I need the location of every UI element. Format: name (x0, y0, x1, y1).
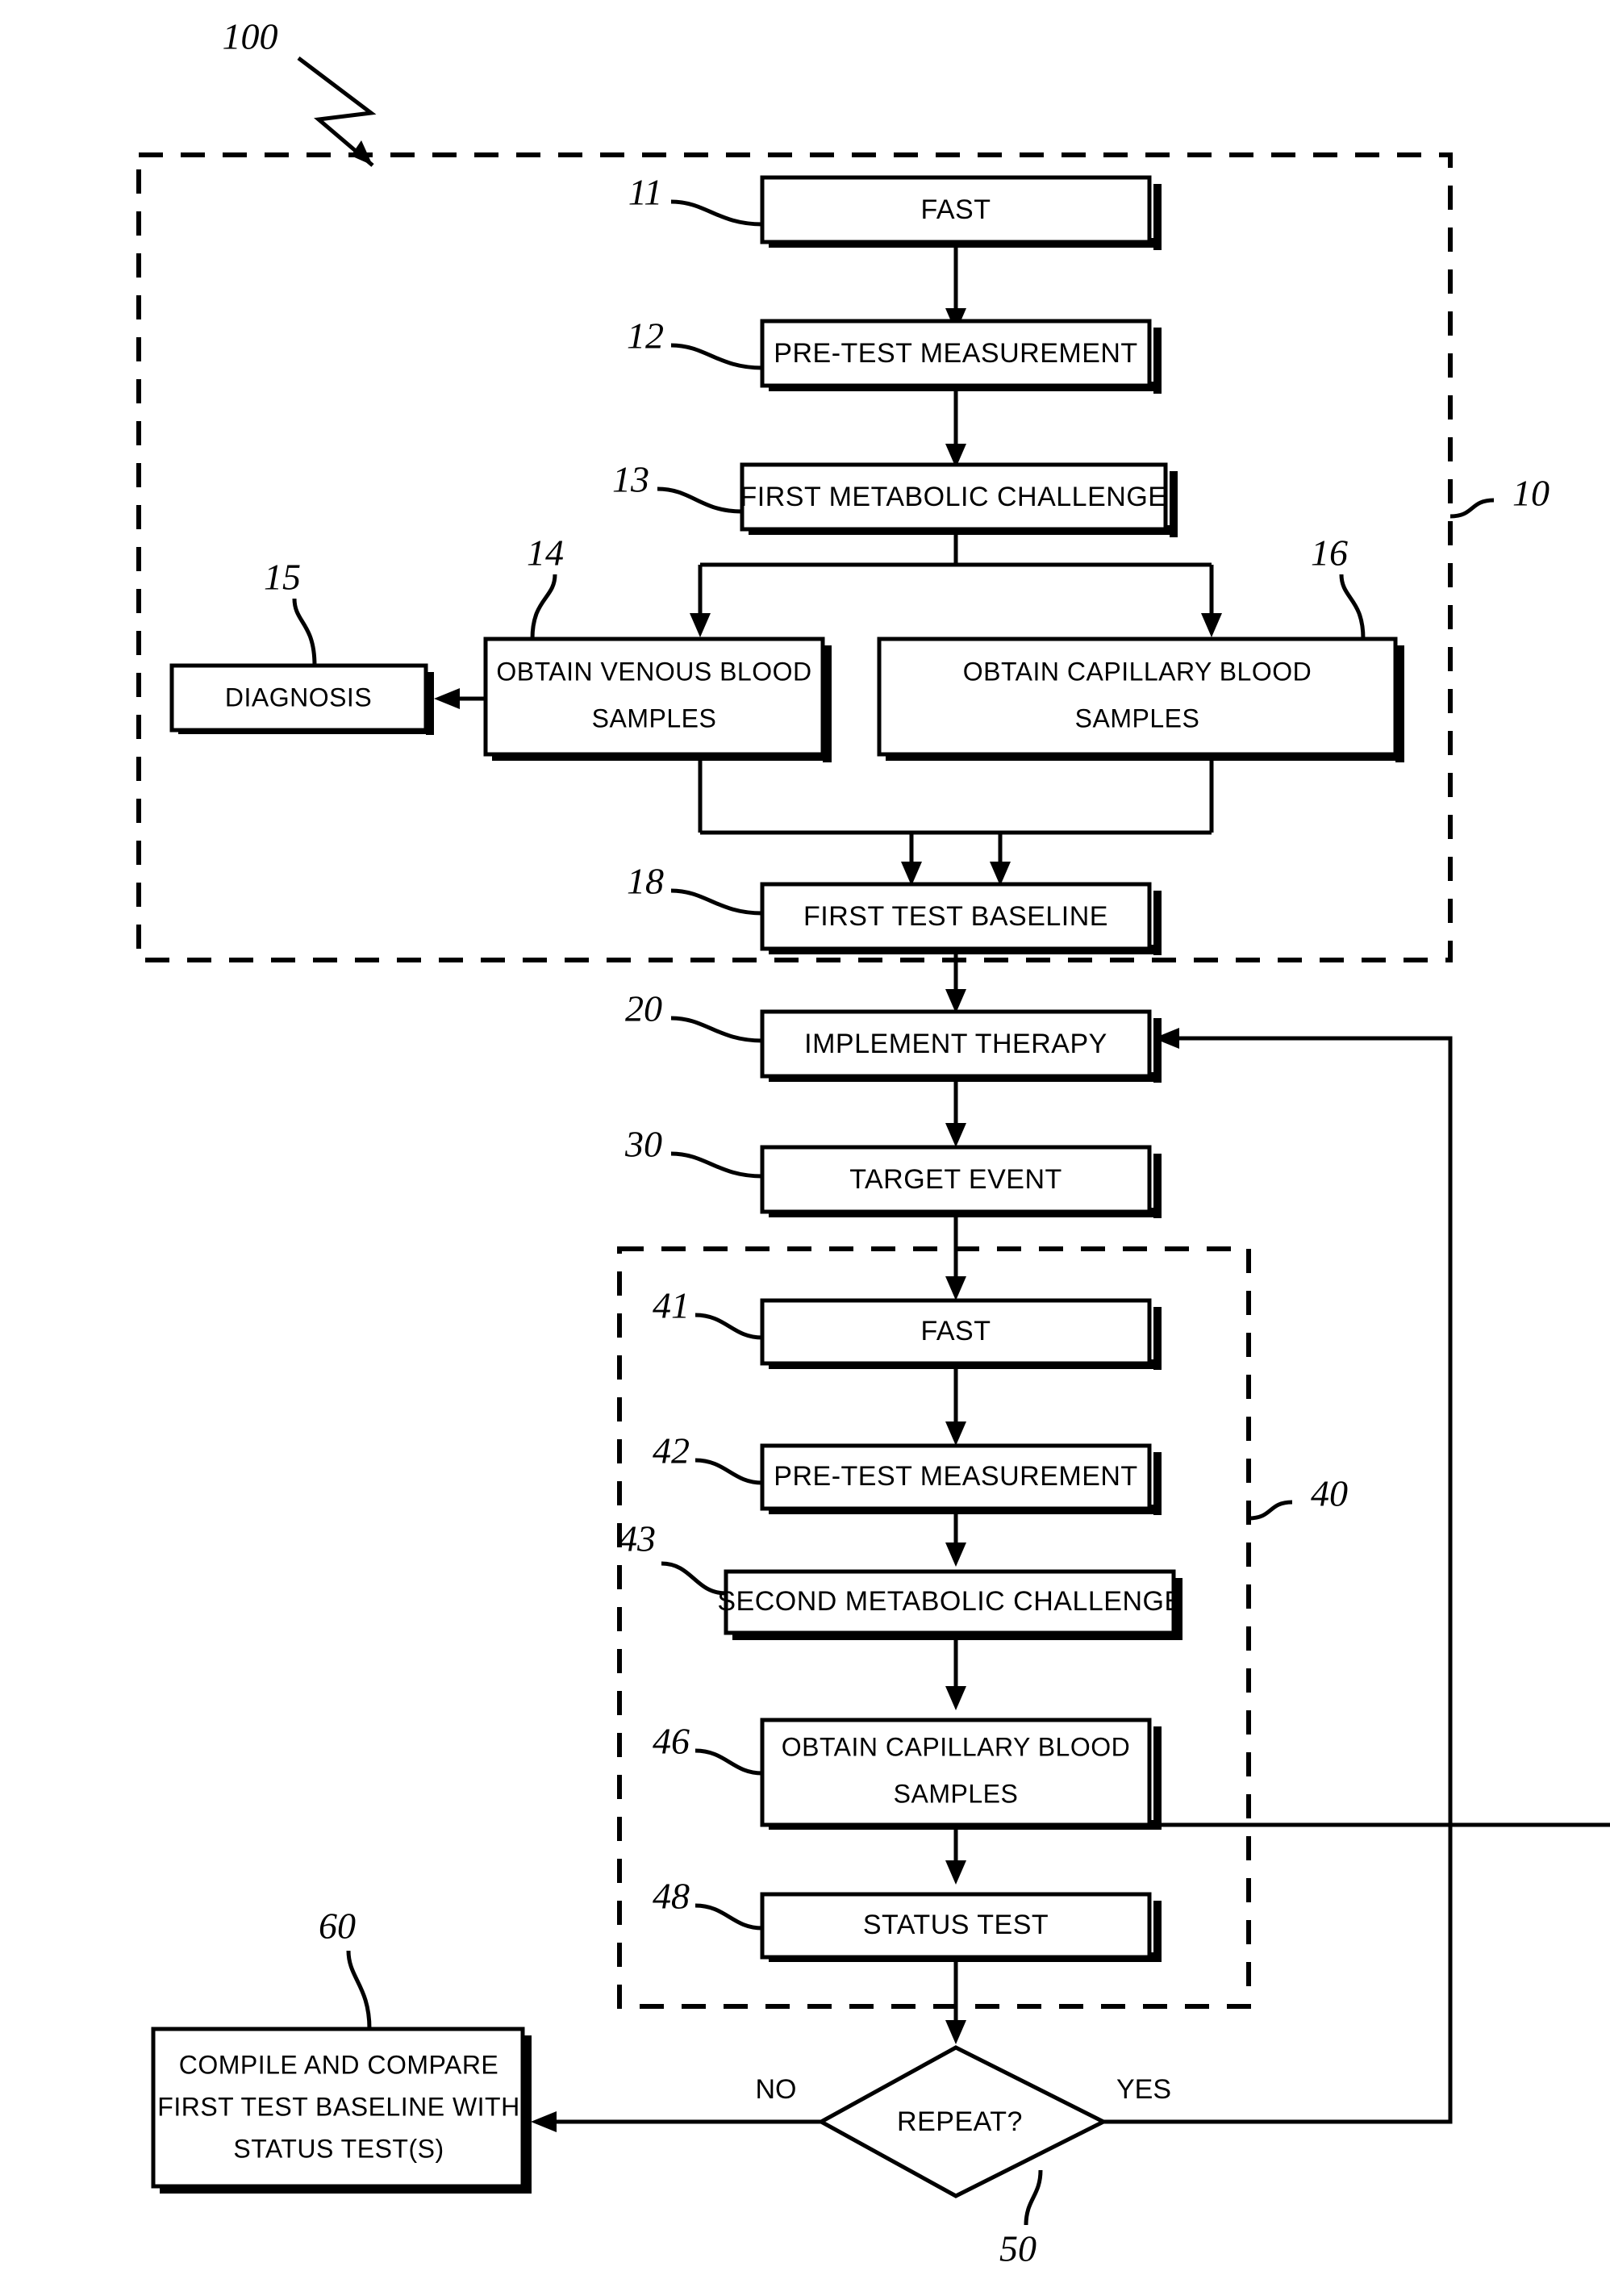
ref-15-leader (292, 598, 317, 666)
node-pretest-measurement-2-label: PRE-TEST MEASUREMENT (774, 1461, 1137, 1492)
node-fast-2-label: FAST (920, 1316, 991, 1346)
node-target-event[interactable]: TARGET EVENT (760, 1145, 1162, 1218)
ref-30: 30 (624, 1124, 662, 1165)
node-status-test-label: STATUS TEST (863, 1910, 1049, 1940)
ref-13: 13 (612, 459, 649, 500)
node-fast-1[interactable]: FAST (760, 175, 1162, 250)
ref-60: 60 (319, 1906, 356, 1947)
ref-46: 46 (653, 1721, 690, 1762)
node-diagnosis-label: DIAGNOSIS (225, 683, 372, 712)
node-obtain-capillary-blood-samples-2-label-1: OBTAIN CAPILLARY BLOOD (782, 1732, 1130, 1761)
node-obtain-capillary-blood-samples-1-label-1: OBTAIN CAPILLARY BLOOD (963, 657, 1312, 686)
flowchart-canvas: 100 10 40 FAST 11 PRE-TEST MEASUREMENT 1… (136, 16, 1610, 2269)
node-second-metabolic-challenge-label: SECOND METABOLIC CHALLENGE (717, 1586, 1182, 1617)
ref-48: 48 (653, 1876, 690, 1917)
flow-challenge-split (690, 529, 1222, 637)
ref-16: 16 (1311, 532, 1348, 574)
node-implement-therapy[interactable]: IMPLEMENT THERAPY (760, 1009, 1162, 1083)
node-pretest-measurement-1[interactable]: PRE-TEST MEASUREMENT (760, 319, 1162, 394)
ref-11-leader (670, 199, 763, 227)
figure-ref-100-leader (297, 56, 377, 167)
ref-16-leader (1339, 574, 1366, 640)
node-first-test-baseline[interactable]: FIRST TEST BASELINE (760, 882, 1162, 955)
flow-samples-merge-to-baseline (698, 756, 1214, 886)
ref-18: 18 (627, 861, 664, 902)
node-repeat-decision-label: REPEAT? (897, 2106, 1023, 2137)
ref-12-leader (670, 343, 763, 370)
flow-target-to-fast2 (945, 1213, 966, 1300)
node-compile-and-compare-label-3: STATUS TEST(S) (233, 2134, 444, 2163)
ref-20-leader (670, 1016, 763, 1043)
ref-20: 20 (625, 988, 662, 1029)
flow-therapy-to-target (945, 1076, 966, 1147)
node-repeat-decision[interactable]: REPEAT? (816, 2045, 1108, 2198)
node-fast-2[interactable]: FAST (760, 1298, 1162, 1370)
branch-label-no: NO (756, 2074, 797, 2105)
node-obtain-venous-blood-samples[interactable]: OBTAIN VENOUS BLOOD SAMPLES (483, 637, 832, 762)
node-obtain-capillary-blood-samples-1-label-2: SAMPLES (1075, 703, 1200, 733)
ref-10-leader (1449, 498, 1495, 519)
ref-46-leader (694, 1748, 763, 1776)
ref-11: 11 (628, 172, 663, 213)
ref-14-leader (530, 574, 557, 640)
patent-flowchart-figure: 100 10 40 FAST 11 PRE-TEST MEASUREMENT 1… (0, 0, 1610, 2296)
ref-60-leader (346, 1950, 372, 2030)
node-compile-and-compare-label-2: FIRST TEST BASELINE WITH (157, 2092, 519, 2121)
ref-41-leader (694, 1313, 763, 1340)
ref-42: 42 (653, 1430, 690, 1472)
node-compile-and-compare[interactable]: COMPILE AND COMPARE FIRST TEST BASELINE … (151, 2027, 532, 2194)
node-pretest-measurement-1-label: PRE-TEST MEASUREMENT (774, 338, 1137, 369)
node-obtain-venous-blood-samples-label-1: OBTAIN VENOUS BLOOD (496, 657, 811, 686)
flow-repeat-no-to-compile (531, 2111, 821, 2132)
node-first-metabolic-challenge-label: FIRST METABOLIC CHALLENGE (740, 482, 1167, 512)
ref-12: 12 (627, 315, 664, 357)
node-status-test[interactable]: STATUS TEST (760, 1892, 1162, 1962)
node-pretest-measurement-2[interactable]: PRE-TEST MEASUREMENT (760, 1443, 1162, 1515)
node-obtain-venous-blood-samples-label-2: SAMPLES (592, 703, 717, 733)
node-obtain-capillary-blood-samples-2-label-2: SAMPLES (894, 1779, 1019, 1808)
ref-15: 15 (264, 557, 301, 598)
node-obtain-capillary-blood-samples-2[interactable]: OBTAIN CAPILLARY BLOOD SAMPLES (760, 1718, 1162, 1830)
ref-42-leader (694, 1458, 763, 1485)
flow-fast-to-pretest (945, 242, 966, 332)
flow-status-to-repeat (945, 1957, 966, 2044)
node-implement-therapy-label: IMPLEMENT THERAPY (804, 1029, 1107, 1059)
ref-50-leader (1024, 2169, 1043, 2226)
node-fast-1-label: FAST (920, 194, 991, 225)
flow-venous-to-diagnosis (434, 688, 486, 709)
ref-41: 41 (653, 1285, 690, 1326)
ref-14: 14 (527, 532, 564, 574)
flow-pretest2-to-challenge2 (945, 1509, 966, 1567)
node-obtain-capillary-blood-samples-1[interactable]: OBTAIN CAPILLARY BLOOD SAMPLES (877, 637, 1404, 762)
ref-10: 10 (1512, 473, 1550, 514)
flow-capillary2-to-status (945, 1822, 1610, 1885)
ref-40-leader (1248, 1500, 1293, 1521)
flow-challenge2-to-capillary2 (945, 1636, 966, 1710)
branch-label-yes: YES (1116, 2074, 1171, 2105)
flow-fast2-to-pretest2 (945, 1363, 966, 1446)
ref-40: 40 (1311, 1473, 1348, 1514)
ref-50: 50 (999, 2228, 1036, 2269)
node-first-test-baseline-label: FIRST TEST BASELINE (803, 901, 1108, 932)
dashed-region-first-test (136, 152, 1453, 962)
ref-30-leader (670, 1151, 763, 1179)
figure-ref-100: 100 (223, 16, 278, 57)
node-target-event-label: TARGET EVENT (849, 1164, 1062, 1195)
node-second-metabolic-challenge[interactable]: SECOND METABOLIC CHALLENGE (717, 1569, 1182, 1640)
flow-pretest-to-challenge (945, 386, 966, 468)
ref-43: 43 (619, 1518, 656, 1559)
node-first-metabolic-challenge[interactable]: FIRST METABOLIC CHALLENGE (740, 462, 1178, 537)
node-compile-and-compare-label-1: COMPILE AND COMPARE (179, 2050, 499, 2079)
node-diagnosis[interactable]: DIAGNOSIS (169, 663, 434, 735)
ref-43-leader (661, 1561, 727, 1596)
ref-18-leader (670, 888, 763, 916)
ref-48-leader (694, 1903, 763, 1931)
ref-13-leader (657, 486, 743, 514)
